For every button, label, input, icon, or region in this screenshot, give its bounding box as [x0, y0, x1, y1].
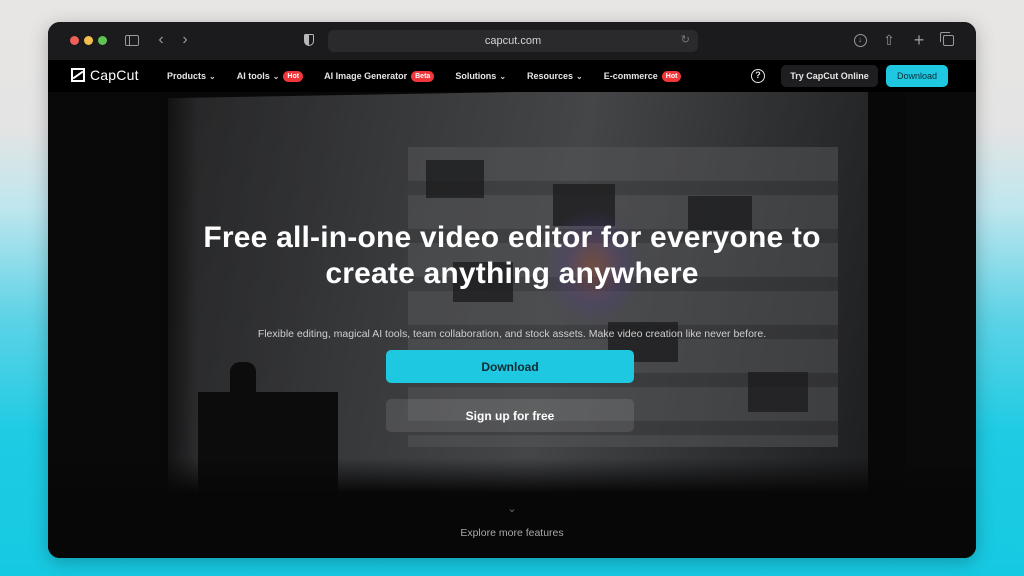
chevron-down-icon: ⌄	[272, 71, 280, 81]
forward-icon[interactable]: ›	[176, 31, 194, 49]
nav-item-label: E-commerce	[603, 71, 658, 81]
minimize-window-button[interactable]	[84, 36, 93, 45]
chevron-down-icon: ⌄	[499, 71, 507, 81]
double-chevron-down-icon[interactable]: ⌄	[48, 502, 976, 515]
nav-item-label: Solutions	[455, 71, 497, 81]
nav-item-ai-tools[interactable]: AI tools ⌄ Hot	[236, 70, 304, 82]
hot-badge: Hot	[283, 70, 304, 82]
chevron-down-icon: ⌄	[576, 71, 583, 81]
maximize-window-button[interactable]	[98, 36, 107, 45]
explore-more-link[interactable]: Explore more features	[48, 527, 976, 539]
hero-title-line-2: create anything anywhere	[325, 257, 699, 290]
hero-overlay	[48, 92, 976, 558]
download-icon[interactable]: ↓	[851, 31, 869, 49]
hero-title: Free all-in-one video editor for everyon…	[48, 220, 976, 292]
back-icon[interactable]: ‹	[152, 31, 170, 49]
sign-up-button[interactable]: Sign up for free	[386, 399, 634, 432]
nav-menu: Products ⌄ AI tools ⌄ Hot AI Image Gener…	[167, 60, 702, 92]
nav-item-solutions[interactable]: Solutions ⌄	[455, 71, 506, 81]
nav-item-resources[interactable]: Resources ⌄	[527, 71, 583, 81]
hero-section: Free all-in-one video editor for everyon…	[48, 92, 976, 558]
beta-badge: Beta	[411, 70, 435, 82]
reload-icon[interactable]: ↻	[681, 33, 690, 46]
try-capcut-online-button[interactable]: Try CapCut Online	[781, 65, 878, 87]
site-navbar: CapCut Products ⌄ AI tools ⌄ Hot AI Imag…	[48, 60, 976, 92]
hero-subtitle: Flexible editing, magical AI tools, team…	[257, 328, 767, 340]
nav-item-label: Products	[167, 71, 207, 81]
nav-item-products[interactable]: Products ⌄	[167, 71, 216, 81]
hero-title-line-1: Free all-in-one video editor for everyon…	[203, 221, 821, 254]
url-text: capcut.com	[484, 35, 542, 47]
sidebar-icon[interactable]	[123, 31, 141, 49]
browser-titlebar: ‹ › capcut.com ↻ ↓ ⇧ +	[48, 22, 976, 60]
help-icon[interactable]: ?	[751, 69, 765, 83]
address-bar[interactable]: capcut.com ↻	[328, 30, 698, 52]
capcut-logo-icon	[70, 68, 86, 82]
close-window-button[interactable]	[70, 36, 79, 45]
new-tab-icon[interactable]: +	[910, 30, 928, 50]
nav-download-button[interactable]: Download	[886, 65, 948, 87]
hot-badge: Hot	[661, 70, 682, 82]
browser-window: ‹ › capcut.com ↻ ↓ ⇧ + CapCut Products ⌄…	[48, 22, 976, 558]
chevron-down-icon: ⌄	[209, 71, 216, 81]
nav-item-ecommerce[interactable]: E-commerce Hot	[603, 70, 682, 82]
share-icon[interactable]: ⇧	[880, 31, 898, 49]
logo-text: CapCut	[90, 67, 139, 83]
nav-item-label: AI tools	[236, 71, 270, 81]
nav-item-ai-image-generator[interactable]: AI Image Generator Beta	[324, 70, 435, 82]
nav-item-label: AI Image Generator	[324, 71, 408, 81]
nav-item-label: Resources	[527, 71, 574, 81]
shield-icon[interactable]	[300, 31, 318, 49]
tabs-overview-icon[interactable]	[939, 31, 957, 49]
capcut-logo[interactable]: CapCut	[70, 67, 139, 83]
hero-download-button[interactable]: Download	[386, 350, 634, 383]
